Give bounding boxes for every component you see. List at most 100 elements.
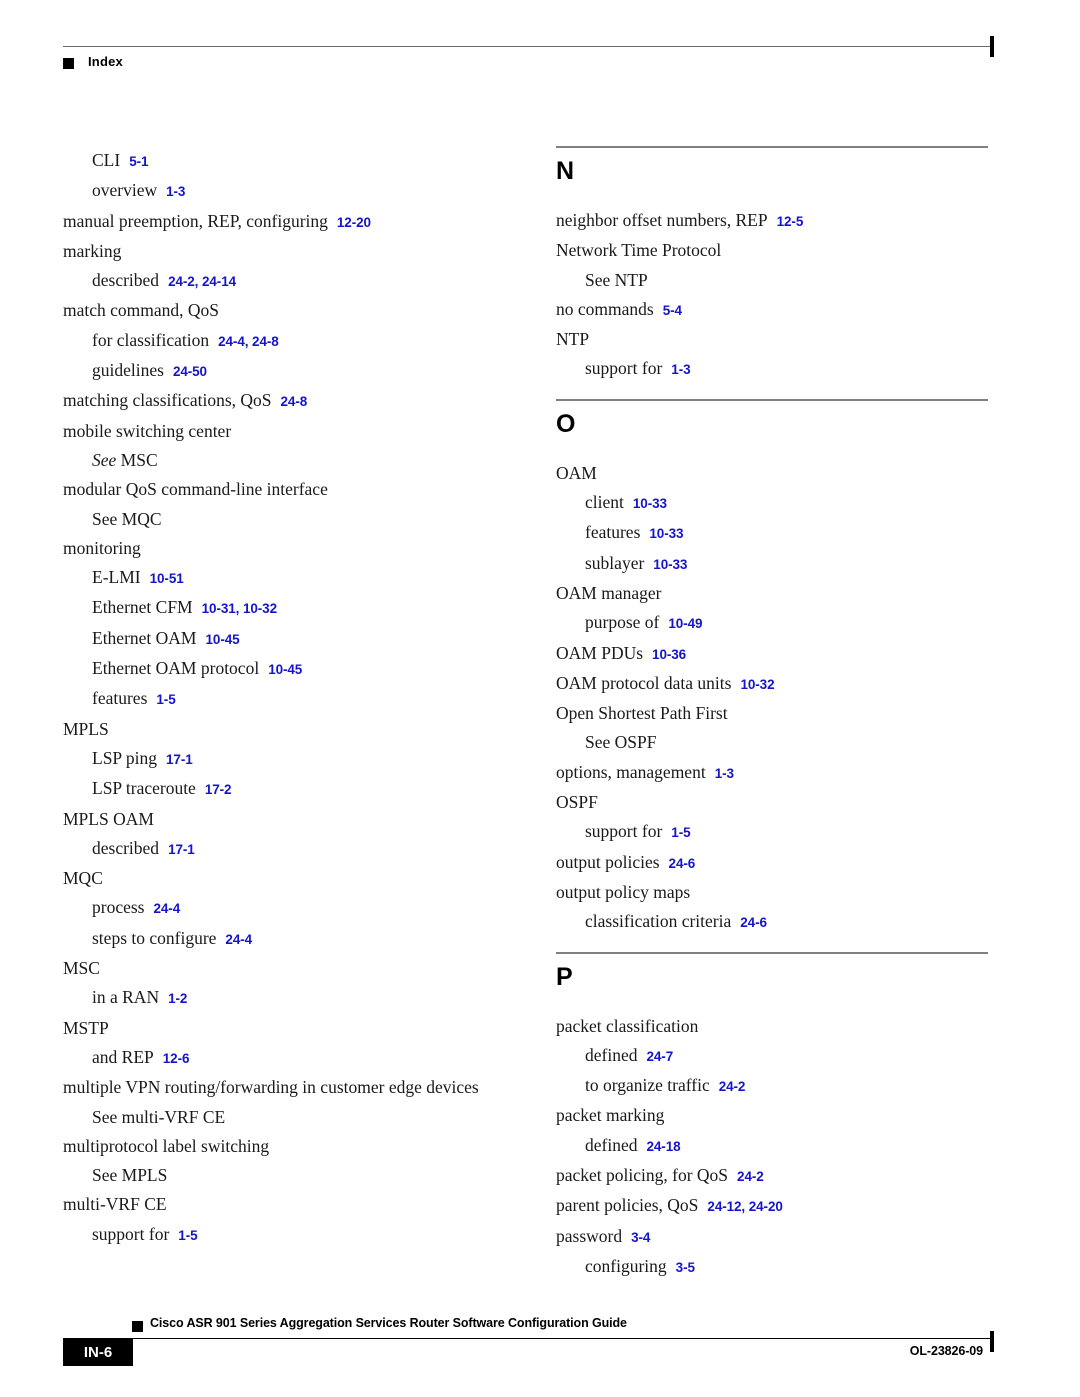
- index-entry-locator[interactable]: 5-4: [663, 303, 682, 318]
- index-entry-label: OAM: [556, 462, 597, 483]
- index-entry: matching classifications, QoS 24-8: [63, 386, 495, 416]
- index-entry-label: support for: [585, 358, 663, 379]
- index-entry-locator[interactable]: 24-4: [225, 932, 252, 947]
- index-entry: See NTP: [556, 266, 988, 295]
- index-entry-label: password: [556, 1225, 623, 1246]
- index-entry-locator[interactable]: 24-8: [281, 394, 308, 409]
- index-entry-locator[interactable]: 5-1: [129, 154, 148, 169]
- index-entry: support for 1-5: [556, 817, 988, 847]
- index-entry: OAM protocol data units 10-32: [556, 669, 988, 699]
- index-entry-locator[interactable]: 24-2: [737, 1169, 764, 1184]
- index-entry-locator[interactable]: 3-4: [631, 1230, 650, 1245]
- index-entry-label: packet policing, for QoS: [556, 1165, 729, 1186]
- index-entry-locator[interactable]: 10-31, 10-32: [202, 601, 277, 616]
- index-entry-locator[interactable]: 24-50: [173, 364, 207, 379]
- index-entry-locator[interactable]: 10-32: [740, 677, 774, 692]
- index-entry: no commands 5-4: [556, 295, 988, 325]
- index-entry-locator[interactable]: 24-6: [740, 915, 767, 930]
- index-entry: process 24-4: [63, 893, 495, 923]
- index-entry-locator[interactable]: 12-5: [777, 214, 804, 229]
- index-entry: See MSC: [63, 446, 495, 475]
- index-entry-locator[interactable]: 1-3: [166, 184, 185, 199]
- index-entry-label: overview: [92, 180, 158, 201]
- index-entry: See MQC: [63, 505, 495, 534]
- index-entry: in a RAN 1-2: [63, 983, 495, 1013]
- index-entry-label: client: [585, 492, 624, 513]
- index-entry: OAM PDUs 10-36: [556, 639, 988, 669]
- index-entry-locator[interactable]: 1-5: [178, 1228, 197, 1243]
- index-entry-label: defined: [585, 1134, 638, 1155]
- index-entry-locator[interactable]: 24-4: [153, 901, 180, 916]
- index-entry-locator[interactable]: 10-36: [652, 647, 686, 662]
- index-entry-label: options, management: [556, 761, 706, 782]
- index-entry-locator[interactable]: 1-5: [156, 692, 175, 707]
- index-entry-label: steps to configure: [92, 927, 217, 948]
- index-entry: monitoring: [63, 534, 495, 563]
- index-entry-locator[interactable]: 1-2: [168, 991, 187, 1006]
- footer-guide-title: Cisco ASR 901 Series Aggregation Service…: [150, 1316, 627, 1330]
- index-entry: OAM: [556, 459, 988, 488]
- index-entry: Ethernet OAM 10-45: [63, 624, 495, 654]
- index-section-o: O OAM client 10-33 features 10-33 sublayer 10-3…: [556, 385, 988, 938]
- see-reference-keyword: See: [92, 449, 117, 470]
- index-entry: marking: [63, 237, 495, 266]
- index-entry-locator[interactable]: 10-33: [653, 557, 687, 572]
- index-entry: purpose of 10-49: [556, 608, 988, 638]
- index-entry: MSTP: [63, 1014, 495, 1043]
- index-entry-label: features: [92, 688, 148, 709]
- index-entry: MQC: [63, 864, 495, 893]
- index-entry-locator[interactable]: 17-1: [166, 752, 193, 767]
- index-entry-locator[interactable]: 1-3: [715, 766, 734, 781]
- index-entry-locator[interactable]: 10-45: [268, 662, 302, 677]
- index-entry-label: Ethernet CFM: [92, 597, 193, 618]
- index-entry: MPLS OAM: [63, 805, 495, 834]
- index-entry-label: described: [92, 837, 160, 858]
- index-entry-label: monitoring: [63, 537, 141, 558]
- index-entry-locator[interactable]: 10-51: [150, 571, 184, 586]
- index-entry: and REP 12-6: [63, 1043, 495, 1073]
- index-entry-label: no commands: [556, 298, 654, 319]
- index-entry-label: marking: [63, 240, 122, 261]
- index-entry-locator[interactable]: 12-20: [337, 215, 371, 230]
- index-entry-locator[interactable]: 17-1: [168, 842, 195, 857]
- index-entry-locator[interactable]: 10-45: [206, 632, 240, 647]
- index-entry-locator[interactable]: 10-49: [668, 616, 702, 631]
- index-entry-label: Ethernet OAM protocol: [92, 658, 260, 679]
- index-entry-locator[interactable]: 1-3: [671, 362, 690, 377]
- index-entry-label: features: [585, 522, 641, 543]
- index-entry-locator[interactable]: 24-4, 24-8: [218, 334, 279, 349]
- index-entry-locator[interactable]: 12-6: [163, 1051, 190, 1066]
- index-entry-label: MSC: [63, 958, 100, 979]
- index-entry-label: Ethernet OAM: [92, 627, 197, 648]
- index-entry-label: packet marking: [556, 1105, 665, 1126]
- index-entry-label: OAM protocol data units: [556, 672, 732, 693]
- index-entry-label: multi-VRF CE: [63, 1194, 167, 1215]
- document-id-label: OL-23826-09: [909, 1344, 983, 1358]
- index-entry: multiple VPN routing/forwarding in custo…: [63, 1073, 495, 1102]
- index-entry-locator[interactable]: 24-18: [646, 1139, 680, 1154]
- index-entry-locator[interactable]: 17-2: [205, 782, 232, 797]
- index-entry: guidelines 24-50: [63, 356, 495, 386]
- index-entry-locator[interactable]: 24-12, 24-20: [707, 1199, 782, 1214]
- index-entry-locator[interactable]: 10-33: [633, 496, 667, 511]
- index-entry-label: classification criteria: [585, 911, 732, 932]
- index-entry-label: OAM PDUs: [556, 642, 644, 663]
- index-entry-label: defined: [585, 1044, 638, 1065]
- index-entry: See multi-VRF CE: [63, 1103, 495, 1132]
- index-entry-locator[interactable]: 1-5: [671, 825, 690, 840]
- index-entry-label: OSPF: [556, 792, 598, 813]
- index-entry-locator[interactable]: 24-7: [646, 1049, 673, 1064]
- index-entry-locator[interactable]: 3-5: [676, 1260, 695, 1275]
- index-entry-locator[interactable]: 24-2, 24-14: [168, 274, 236, 289]
- index-entry-label: OAM manager: [556, 582, 662, 603]
- index-entry-label: See MQC: [92, 508, 162, 529]
- index-entry-label: modular QoS command-line interface: [63, 479, 328, 500]
- index-entry: steps to configure 24-4: [63, 924, 495, 954]
- index-entry-locator[interactable]: 24-6: [669, 856, 696, 871]
- index-entry-label: LSP traceroute: [92, 778, 196, 799]
- index-entry: support for 1-5: [63, 1220, 495, 1250]
- index-entry-label: sublayer: [585, 552, 645, 573]
- index-entry-locator[interactable]: 10-33: [649, 526, 683, 541]
- index-entry-locator[interactable]: 24-2: [719, 1079, 746, 1094]
